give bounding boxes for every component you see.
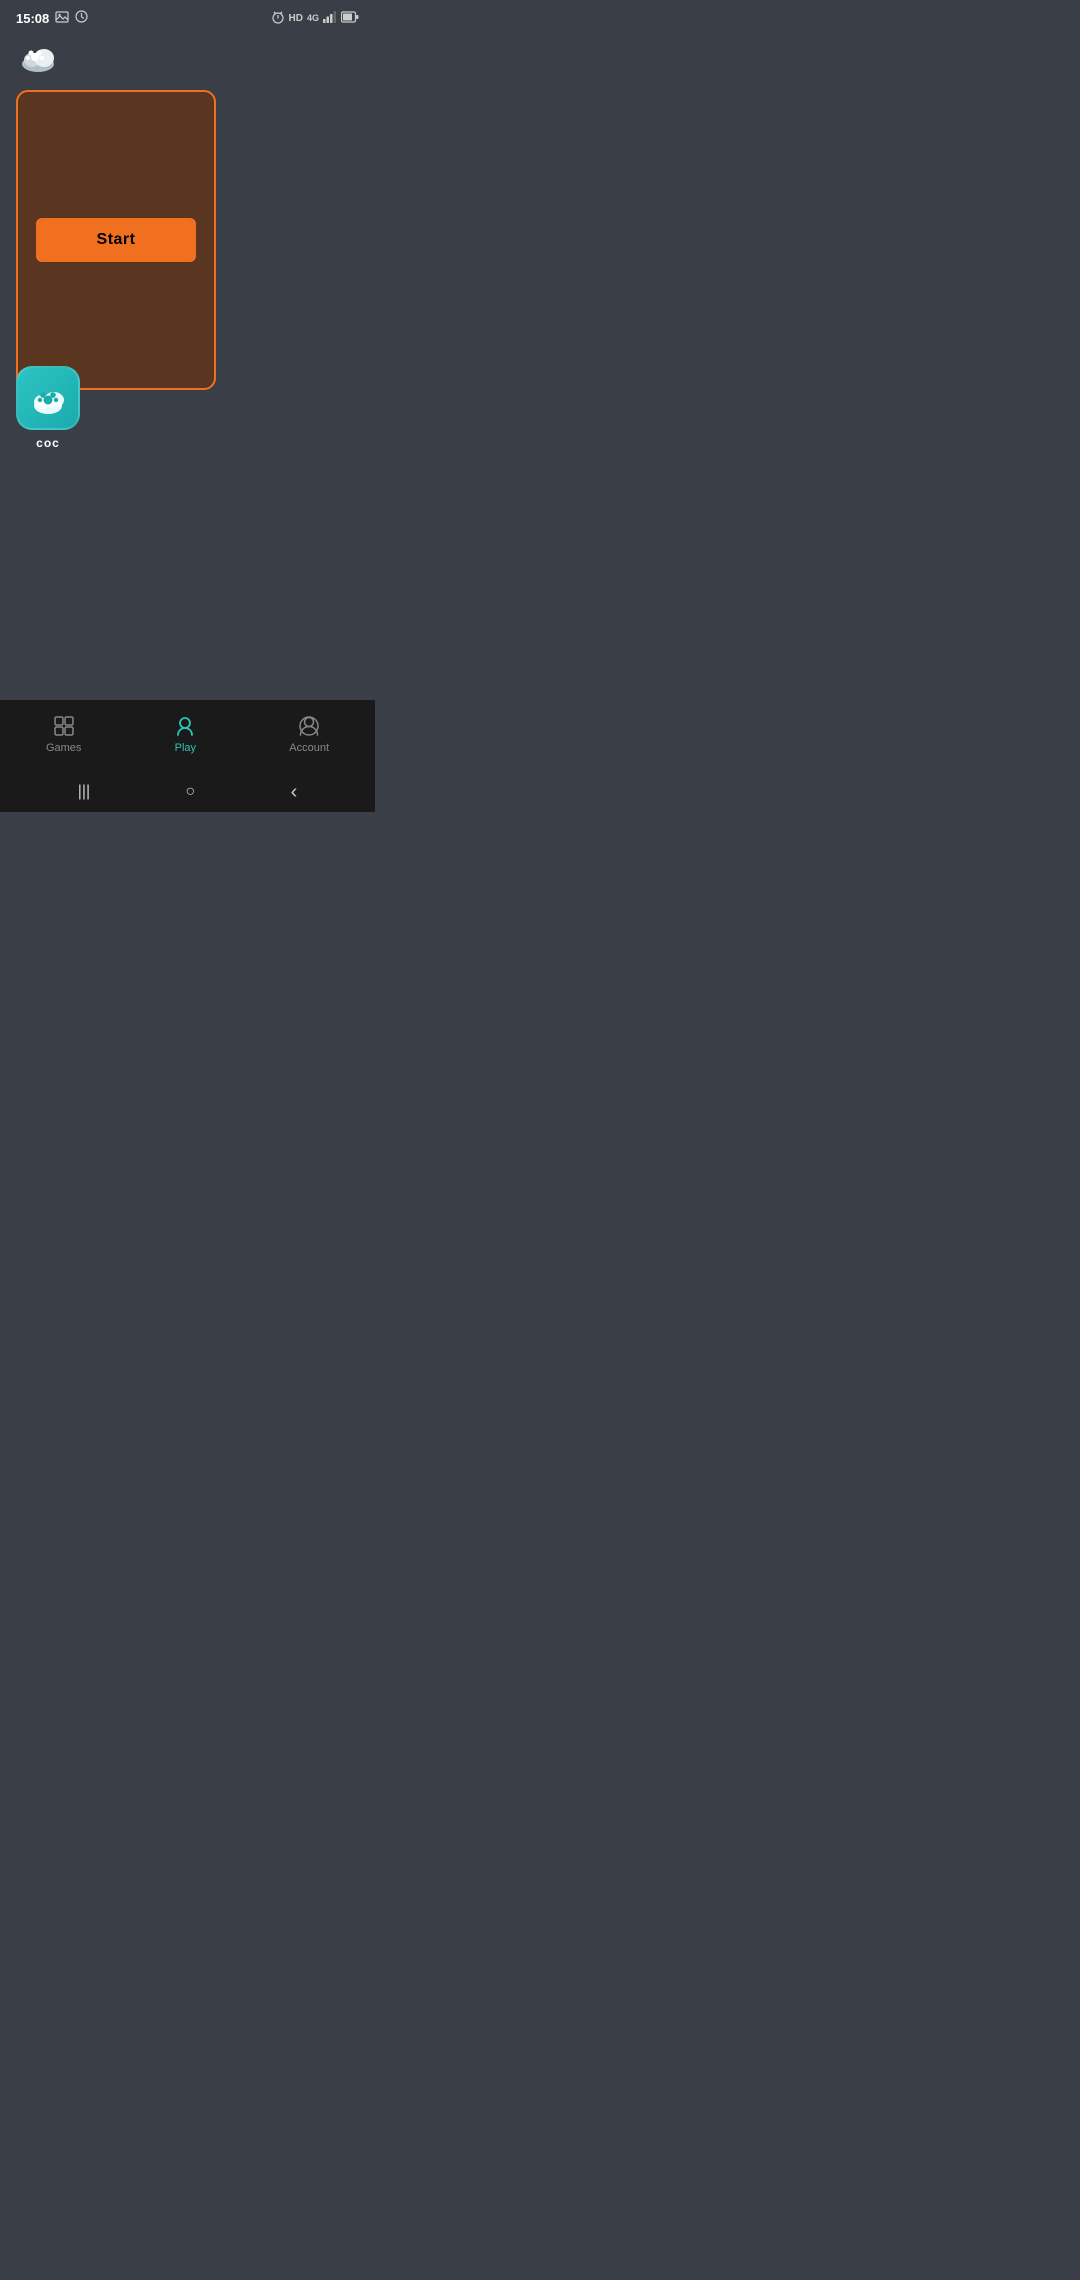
status-time: 15:08: [16, 11, 49, 26]
game-icon: [16, 366, 80, 430]
nav-item-play[interactable]: Play: [157, 708, 213, 760]
game-icon-container[interactable]: coc: [16, 366, 80, 450]
app-header: [0, 32, 375, 80]
bottom-nav: Games Play Account: [0, 700, 375, 772]
games-label: Games: [46, 742, 81, 754]
image-icon: [55, 11, 69, 26]
clock-icon: [75, 10, 88, 26]
status-right: HD 4G: [271, 10, 359, 27]
hd-badge: HD: [289, 13, 303, 24]
start-button[interactable]: Start: [36, 218, 196, 262]
home-button[interactable]: ○: [186, 783, 196, 801]
alarm-icon: [271, 10, 285, 27]
nav-item-account[interactable]: Account: [273, 708, 345, 760]
play-icon: [173, 714, 197, 738]
status-bar: 15:08 HD 4G: [0, 0, 375, 32]
back-button[interactable]: ‹: [291, 781, 298, 804]
main-content: Start coc: [0, 80, 375, 700]
play-label: Play: [175, 742, 196, 754]
4g-badge: 4G: [307, 13, 319, 23]
game-card: Start: [16, 90, 216, 390]
signal-icon: [323, 11, 337, 26]
status-left: 15:08: [16, 10, 88, 26]
nav-item-games[interactable]: Games: [30, 708, 97, 760]
game-label: coc: [36, 436, 60, 450]
paw-cloud-logo: [16, 38, 60, 74]
battery-icon: [341, 11, 359, 26]
recents-button[interactable]: |||: [78, 783, 90, 801]
games-icon: [52, 714, 76, 738]
account-label: Account: [289, 742, 329, 754]
system-nav-bar: ||| ○ ‹: [0, 772, 375, 812]
account-icon: [297, 714, 321, 738]
